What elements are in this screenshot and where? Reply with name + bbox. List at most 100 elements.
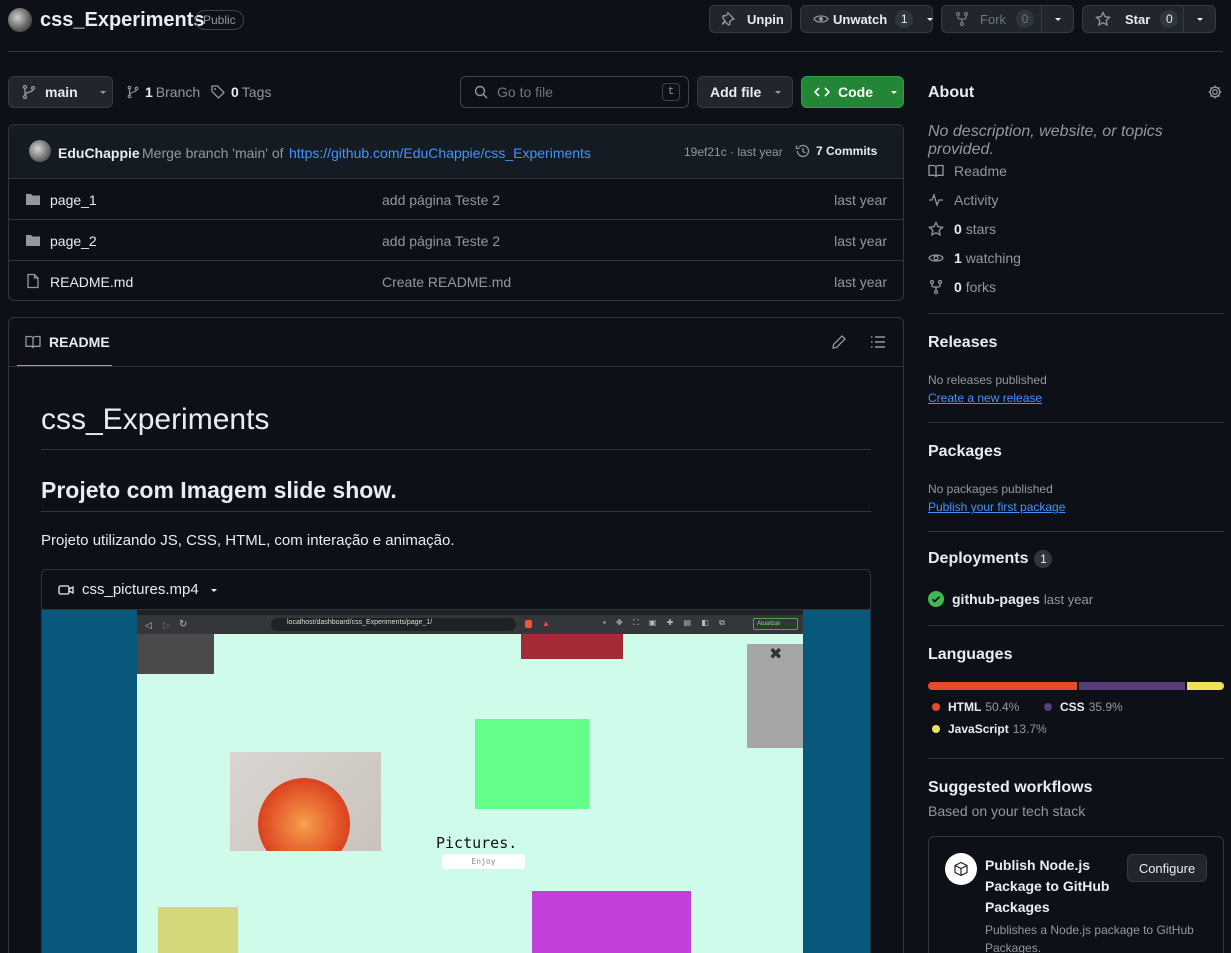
deployments-header[interactable]: Deployments 1 [928, 550, 1053, 568]
file-icon [25, 273, 41, 289]
file-time: last year [834, 192, 887, 208]
file-commit-message[interactable]: Create README.md [382, 274, 511, 290]
configure-label: Configure [1138, 860, 1196, 876]
go-to-file-search[interactable]: t [460, 76, 689, 108]
file-name[interactable]: README.md [50, 274, 133, 290]
video-player[interactable]: ◁ ▷ ↻ localhost/dashboard/css_Experiment… [42, 610, 870, 953]
go-to-file-input[interactable] [497, 84, 647, 100]
packages-title[interactable]: Packages [928, 443, 1002, 461]
fork-icon [928, 279, 944, 295]
fork-count: 0 [1016, 10, 1034, 28]
create-release-link[interactable]: Create a new release [928, 391, 1042, 405]
code-button[interactable]: Code [801, 76, 904, 108]
language-name: HTML [948, 700, 982, 714]
tile-red [521, 634, 623, 659]
add-file-button[interactable]: Add file [697, 76, 793, 108]
watch-count: 1 [895, 10, 914, 28]
unwatch-button[interactable]: Unwatch 1 [800, 5, 935, 33]
pulse-icon [928, 192, 944, 208]
edit-pencil-icon[interactable] [831, 334, 847, 350]
workflow-card: Publish Node.js Package to GitHub Packag… [928, 836, 1224, 953]
fork-button[interactable]: Fork 0 [941, 5, 1074, 33]
star-count: 0 [1160, 10, 1179, 28]
tile-magenta [532, 891, 691, 953]
readme-tab-divider [9, 366, 903, 367]
gear-icon[interactable] [1207, 84, 1223, 100]
update-button: Atualizar [753, 618, 798, 630]
watching-link[interactable]: 1 watching [928, 250, 1021, 266]
readme-link[interactable]: Readme [928, 163, 1007, 179]
file-name[interactable]: page_1 [50, 192, 97, 208]
owner-avatar[interactable] [8, 8, 32, 32]
language-percent: 13.7% [1012, 722, 1047, 736]
forks-label: forks [965, 279, 997, 295]
forks-count: 0 [954, 279, 962, 295]
chevron-down-icon [773, 87, 783, 97]
language-color-dot [932, 703, 940, 711]
pictures-title: Pictures. [436, 834, 518, 852]
header-divider [8, 51, 1223, 52]
orange-photo [230, 752, 381, 851]
publish-package-link[interactable]: Publish your first package [928, 500, 1065, 514]
branches-link[interactable]: 1 Branch [126, 84, 200, 100]
table-row[interactable]: README.md Create README.md last year [9, 260, 903, 300]
about-description: No description, website, or topics provi… [928, 123, 1163, 158]
search-icon [473, 84, 489, 100]
folder-icon [25, 232, 41, 248]
video-header[interactable]: css_pictures.mp4 [42, 570, 870, 610]
video-frame: ◁ ▷ ↻ localhost/dashboard/css_Experiment… [137, 610, 803, 953]
author-avatar[interactable] [29, 140, 51, 162]
commit-message[interactable]: Merge branch 'main' of [142, 145, 284, 161]
file-commit-message[interactable]: add página Teste 2 [382, 192, 500, 208]
table-row[interactable]: page_2 add página Teste 2 last year [9, 219, 903, 260]
language-item-html[interactable]: HTML 50.4% [932, 700, 1019, 714]
readme-subtitle: Projeto com Imagem slide show. [41, 477, 397, 503]
deployment-time: last year [1043, 591, 1094, 607]
table-row[interactable]: page_1 add página Teste 2 last year [9, 178, 903, 219]
language-color-dot [1044, 703, 1052, 711]
video-container: css_pictures.mp4 ◁ ▷ ↻ localhost/dashboa… [41, 569, 871, 953]
chevron-down-icon[interactable] [1053, 14, 1063, 24]
tags-link[interactable]: 0 Tags [210, 84, 271, 100]
configure-button[interactable]: Configure [1127, 854, 1207, 882]
tags-count: 0 [231, 84, 239, 100]
fork-label: Fork [980, 11, 1006, 27]
language-percent: 35.9% [1088, 700, 1123, 714]
sidebar-divider [928, 422, 1224, 423]
branches-label: Branch [155, 84, 201, 100]
releases-title[interactable]: Releases [928, 334, 997, 352]
chevron-down-icon[interactable] [925, 14, 935, 24]
deployment-item[interactable]: github-pages last year [928, 591, 1093, 607]
search-shortcut-key: t [662, 83, 680, 101]
file-name[interactable]: page_2 [50, 233, 97, 249]
file-commit-message[interactable]: add página Teste 2 [382, 233, 500, 249]
package-icon [945, 853, 977, 885]
language-item-css[interactable]: CSS 35.9% [1044, 700, 1123, 714]
star-button[interactable]: Star 0 [1082, 5, 1216, 33]
forks-link[interactable]: 0 forks [928, 279, 996, 295]
unpin-button[interactable]: Unpin [709, 5, 792, 33]
activity-link[interactable]: Activity [928, 192, 998, 208]
commit-author[interactable]: EduChappie [58, 145, 140, 161]
chevron-down-icon[interactable] [1195, 14, 1205, 24]
repo-name[interactable]: css_Experiments [40, 9, 205, 32]
sidebar-divider [928, 313, 1224, 314]
language-color-dot [932, 725, 940, 733]
unpin-label: Unpin [747, 11, 784, 27]
commit-hash-time[interactable]: 19ef21c · last year [684, 145, 783, 159]
star-icon [1095, 11, 1111, 27]
check-circle-icon [928, 591, 944, 607]
tile-dark-gray [137, 634, 214, 674]
deployment-name[interactable]: github-pages [952, 591, 1040, 607]
language-item-javascript[interactable]: JavaScript 13.7% [932, 722, 1047, 736]
commit-link[interactable]: https://github.com/EduChappie/css_Experi… [289, 145, 591, 161]
language-bar [928, 682, 1224, 690]
readme-tab[interactable]: README [17, 318, 112, 367]
chevron-down-icon [889, 87, 899, 97]
workflow-title[interactable]: Publish Node.js Package to GitHub Packag… [985, 855, 1109, 918]
outline-list-icon[interactable] [870, 334, 886, 350]
branch-selector[interactable]: main [8, 76, 113, 108]
commits-link[interactable]: 7 Commits [795, 143, 877, 159]
stars-link[interactable]: 0 stars [928, 221, 996, 237]
tile-green [475, 719, 589, 809]
